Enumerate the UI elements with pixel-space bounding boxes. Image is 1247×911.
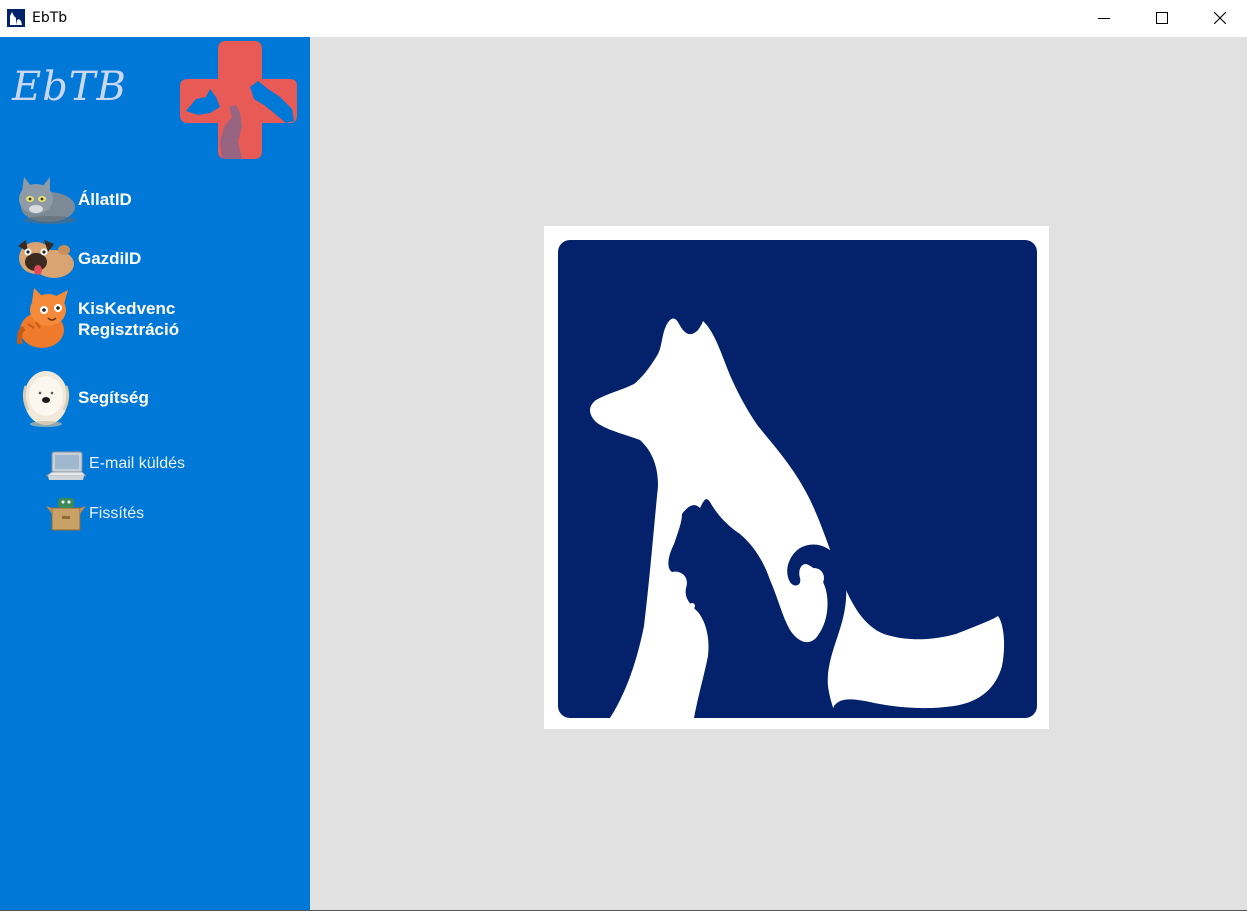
title-bar: EbTb (0, 0, 1247, 37)
sidebar-subitem-label: Fissítés (89, 505, 145, 522)
pet-cross-logo-icon (180, 41, 297, 159)
sidebar-subitem-fissites[interactable]: Fissítés (46, 496, 144, 532)
sidebar-item-segitseg[interactable]: Segítség (14, 366, 149, 428)
sidebar-item-kiskedvenc-regisztracio[interactable]: KisKedvenc Regisztráció (14, 288, 179, 350)
sidebar-item-allatid[interactable]: ÁllatID (14, 173, 132, 225)
grey-cat-icon (19, 177, 76, 224)
sidebar-item-gazdiid[interactable]: GazdiID (14, 232, 141, 284)
pug-dog-icon (18, 240, 74, 278)
close-button[interactable] (1191, 0, 1247, 36)
sidebar-subitem-email-kuldes[interactable]: E-mail küldés (46, 446, 185, 482)
sidebar-item-label: ÁllatID (78, 189, 132, 209)
sidebar-subitem-label: E-mail küldés (89, 455, 186, 472)
sidebar-item-label: Segítség (78, 387, 149, 407)
box-icon (46, 498, 86, 531)
sidebar: EbTB ÁllatID GazdiID KisKedvenc Regisztr… (0, 37, 310, 911)
pet-logo-image (544, 226, 1049, 729)
orange-cat-icon (17, 288, 68, 348)
dog-cat-silhouette-icon (558, 240, 1037, 718)
close-icon (1214, 12, 1226, 24)
sidebar-item-label: KisKedvenc Regisztráció (78, 299, 180, 339)
minimize-button[interactable] (1075, 0, 1133, 36)
sidebar-item-label: GazdiID (78, 248, 142, 268)
app-icon (7, 9, 25, 27)
maximize-button[interactable] (1133, 0, 1191, 36)
minimize-icon (1098, 18, 1110, 19)
app-logo-text: EbTB (12, 64, 127, 110)
laptop-icon (46, 451, 86, 480)
maximize-icon (1156, 12, 1168, 24)
sheepdog-icon (22, 371, 70, 427)
window-title: EbTb (32, 10, 68, 26)
